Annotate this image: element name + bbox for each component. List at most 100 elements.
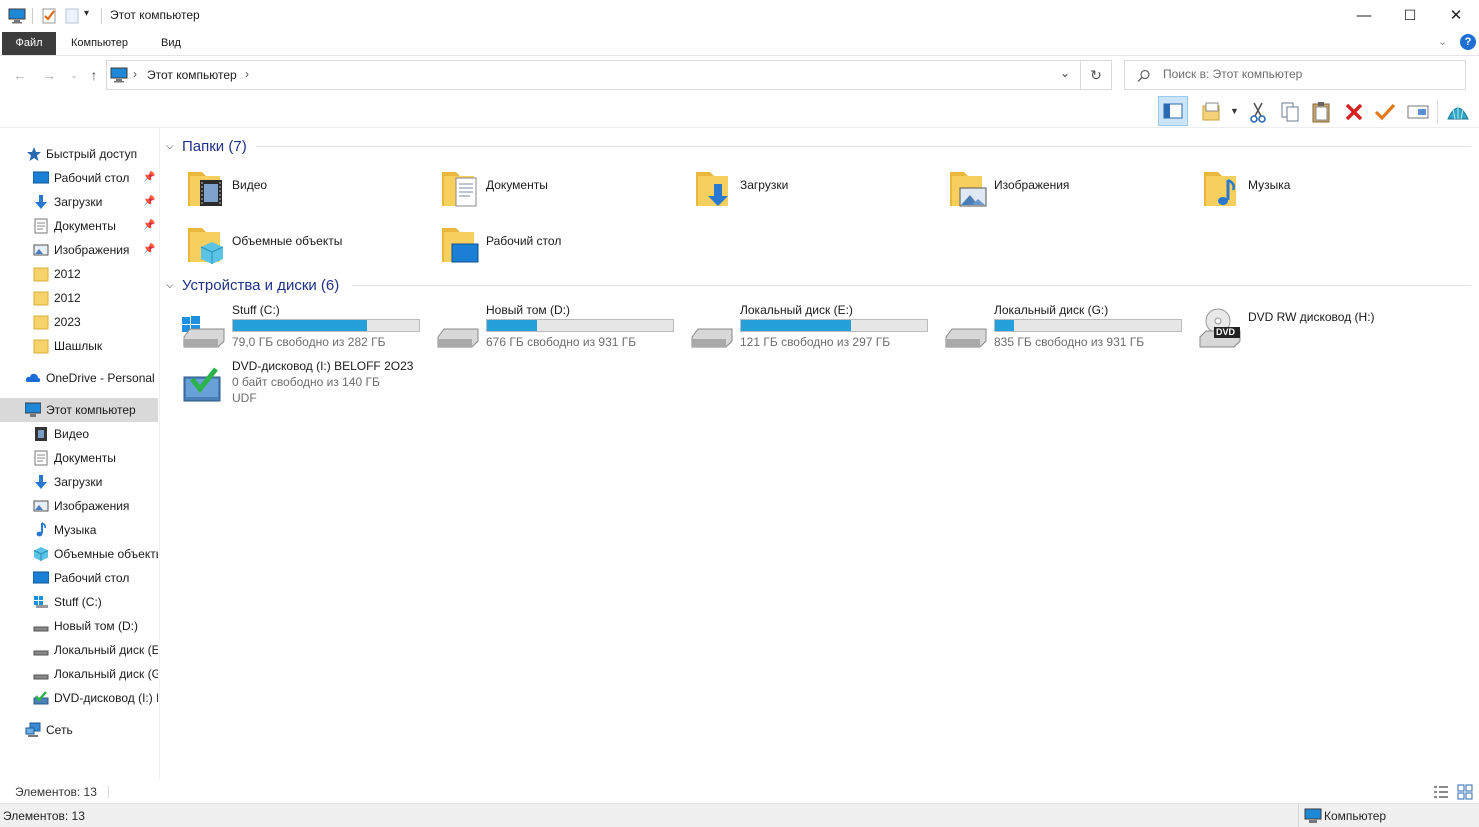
properties-button[interactable] <box>1404 98 1432 126</box>
separator <box>32 8 33 24</box>
recent-locations-icon[interactable]: ⌄ <box>64 66 84 84</box>
folder-name: Документы <box>486 178 548 192</box>
sidebar-item-drive-d[interactable]: Новый том (D:) <box>0 614 158 638</box>
window-title: Этот компьютер <box>110 8 200 22</box>
drive-g[interactable]: Локальный диск (G:) 835 ГБ свободно из 9… <box>942 303 1194 359</box>
new-folder-icon[interactable] <box>64 7 80 25</box>
sidebar-item-label: Рабочий стол <box>54 171 130 185</box>
sidebar-item-network[interactable]: Сеть <box>0 718 158 742</box>
back-arrow-icon[interactable]: ← <box>10 66 30 84</box>
breadcrumb-this-pc[interactable]: Этот компьютер <box>147 68 237 82</box>
sidebar-item-desktop[interactable]: Рабочий стол 📌 <box>0 166 158 190</box>
group-divider <box>256 146 1471 147</box>
dvd-badge: DVD <box>1216 327 1236 337</box>
tab-file[interactable]: Файл <box>2 32 56 55</box>
star-icon <box>27 147 41 161</box>
sidebar-item-documents[interactable]: Документы 📌 <box>0 214 158 238</box>
folder-downloads[interactable]: Загрузки <box>688 164 938 216</box>
folder-music[interactable]: Музыка <box>1196 164 1446 216</box>
breadcrumb-separator: › <box>133 67 137 81</box>
sidebar-item-label: 2012 <box>54 267 81 281</box>
sidebar-item-label: Музыка <box>54 523 97 537</box>
sidebar-item-folder-2012[interactable]: 2012 <box>0 262 158 286</box>
layout-button[interactable] <box>1198 98 1226 126</box>
sidebar-item-downloads[interactable]: Загрузки 📌 <box>0 190 158 214</box>
search-box[interactable] <box>1124 60 1466 90</box>
sidebar-item-video[interactable]: Видео <box>0 422 158 446</box>
separator <box>108 786 109 798</box>
rename-button[interactable] <box>1371 98 1399 126</box>
details-view-icon[interactable] <box>1433 785 1449 799</box>
sidebar-item-music[interactable]: Музыка <box>0 518 158 542</box>
address-bar[interactable]: › Этот компьютер › ⌄ <box>106 60 1081 90</box>
close-button[interactable]: ✕ <box>1433 0 1479 30</box>
sidebar-item-pictures[interactable]: Изображения <box>0 494 158 518</box>
drives-group-header[interactable]: ⌵ Устройства и диски (6) <box>166 274 1471 296</box>
help-icon[interactable]: ? <box>1460 34 1476 50</box>
drive-usage-fill <box>995 320 1014 331</box>
chevron-down-icon[interactable]: ⌵ <box>166 141 180 152</box>
refresh-button[interactable]: ↻ <box>1081 60 1112 90</box>
sidebar-item-quick-access[interactable]: Быстрый доступ <box>0 142 158 166</box>
sidebar-item-drive-c[interactable]: Stuff (C:) <box>0 590 158 614</box>
shell-button[interactable] <box>1444 98 1472 126</box>
sidebar-item-3d-objects[interactable]: Объемные объекты <box>0 542 158 566</box>
sidebar-item-downloads[interactable]: Загрузки <box>0 470 158 494</box>
tiles-view-icon[interactable] <box>1457 784 1473 800</box>
minimize-button[interactable]: — <box>1341 0 1387 30</box>
sidebar-item-drive-g[interactable]: Локальный диск (G:) <box>0 662 158 686</box>
sidebar-item-pictures[interactable]: Изображения 📌 <box>0 238 158 262</box>
separator <box>101 8 102 24</box>
drive-h[interactable]: DVD DVD RW дисковод (H:) <box>1196 303 1448 359</box>
breadcrumb-separator[interactable]: › <box>245 67 249 81</box>
folder-documents[interactable]: Документы <box>434 164 684 216</box>
sidebar-item-dvd-i[interactable]: DVD-дисковод (I:) BELOFF 2O23 <box>0 686 158 710</box>
folders-group-header[interactable]: ⌵ Папки (7) <box>166 135 1471 157</box>
tab-computer[interactable]: Компьютер <box>61 32 138 55</box>
desktop-folder-icon <box>442 228 479 263</box>
layout-dropdown-icon[interactable]: ▼ <box>1230 106 1239 116</box>
sidebar-item-onedrive[interactable]: OneDrive - Personal <box>0 366 158 390</box>
pin-icon: 📌 <box>143 196 156 207</box>
address-dropdown-icon[interactable]: ⌄ <box>1060 66 1070 80</box>
drive-i[interactable]: DVD-дисковод (I:) BELOFF 2O23 0 байт сво… <box>180 359 432 429</box>
status-bar: Элементов: 13 <box>0 780 1479 804</box>
search-input[interactable] <box>1163 67 1453 81</box>
copy-button[interactable] <box>1276 98 1304 126</box>
navigation-pane-button[interactable] <box>1158 96 1188 126</box>
drive-name: DVD-дисковод (I:) BELOFF 2O23 <box>232 359 414 373</box>
folder-3d-objects[interactable]: Объемные объекты <box>180 220 430 272</box>
sidebar-item-documents[interactable]: Документы <box>0 446 158 470</box>
sidebar-item-folder-2023[interactable]: 2023 <box>0 310 158 334</box>
drive-d[interactable]: Новый том (D:) 676 ГБ свободно из 931 ГБ <box>434 303 686 359</box>
tab-view[interactable]: Вид <box>151 32 191 55</box>
sidebar-item-folder-shashlyk[interactable]: Шашлык <box>0 334 158 358</box>
sidebar-item-label: Загрузки <box>54 475 103 489</box>
bottom-status-bar: Элементов: 13 Компьютер <box>0 804 1479 827</box>
forward-arrow-icon[interactable]: → <box>39 66 59 84</box>
paste-button[interactable] <box>1307 98 1335 126</box>
sidebar-item-folder-2012[interactable]: 2012 <box>0 286 158 310</box>
delete-button[interactable] <box>1340 98 1368 126</box>
navigation-pane[interactable]: Быстрый доступ Рабочий стол 📌 Загрузки 📌… <box>0 128 160 780</box>
folder-pictures[interactable]: Изображения <box>942 164 1192 216</box>
cut-button[interactable] <box>1244 98 1272 126</box>
sidebar-item-this-pc[interactable]: Этот компьютер <box>0 398 158 422</box>
properties-icon[interactable] <box>41 7 57 25</box>
maximize-button[interactable]: ☐ <box>1387 0 1433 30</box>
folder-video[interactable]: Видео <box>180 164 430 216</box>
sidebar-item-label: Документы <box>54 219 116 233</box>
drive-free-space: 835 ГБ свободно из 931 ГБ <box>994 335 1145 349</box>
sidebar-item-label: OneDrive - Personal <box>46 371 155 385</box>
folder-name: Загрузки <box>740 178 789 192</box>
sidebar-item-drive-e[interactable]: Локальный диск (E:) <box>0 638 158 662</box>
expand-ribbon-icon[interactable]: ⌄ <box>1438 35 1447 48</box>
up-arrow-icon[interactable]: ↑ <box>84 66 104 84</box>
sidebar-item-label: Сеть <box>46 723 73 737</box>
customize-quick-access-icon[interactable]: ▾ <box>84 8 89 19</box>
drive-c[interactable]: Stuff (C:) 79,0 ГБ свободно из 282 ГБ <box>180 303 432 359</box>
folder-desktop[interactable]: Рабочий стол <box>434 220 684 272</box>
sidebar-item-desktop[interactable]: Рабочий стол <box>0 566 158 590</box>
chevron-down-icon[interactable]: ⌵ <box>166 280 180 291</box>
drive-e[interactable]: Локальный диск (E:) 121 ГБ свободно из 2… <box>688 303 940 359</box>
